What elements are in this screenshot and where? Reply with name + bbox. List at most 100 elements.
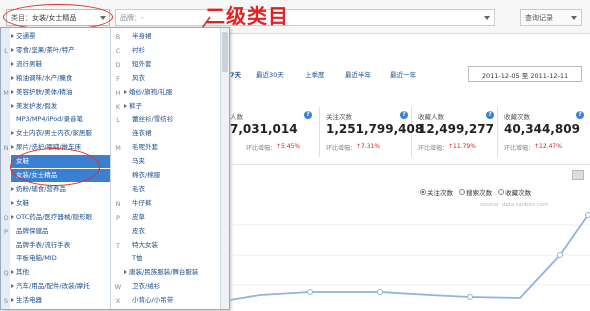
subcategory-item[interactable]: 特大女装 bbox=[124, 239, 219, 252]
category-item[interactable]: 生活电器 bbox=[11, 294, 110, 307]
trend-line bbox=[230, 215, 588, 300]
stat-title: 人数 bbox=[230, 111, 243, 121]
subcategory-item[interactable]: 牛仔裤 bbox=[124, 197, 219, 210]
brand-placeholder: 品牌：- bbox=[120, 14, 144, 22]
letter-index: X bbox=[114, 297, 122, 305]
data-point[interactable] bbox=[378, 290, 383, 295]
category-item-label: 平板电脑/MID bbox=[16, 254, 57, 262]
category-item[interactable]: 美容护肤/美体/精油 bbox=[11, 86, 110, 99]
subcategory-item[interactable]: 马夹 bbox=[124, 155, 219, 168]
letter-index: S bbox=[2, 297, 10, 305]
category-item-label: 品牌手表/流行手表 bbox=[16, 241, 70, 249]
subcategory-item-label: 特大女装 bbox=[132, 241, 158, 249]
subcategory-item-label: 毛衣 bbox=[132, 185, 145, 193]
subcategory-item-label: 连衣裙 bbox=[132, 129, 152, 137]
stat-value: 12,499,277 bbox=[418, 122, 494, 136]
stat-value: 7,031,014 bbox=[230, 122, 298, 136]
expand-arrow-icon bbox=[124, 90, 127, 94]
subcategory-item[interactable]: T恤 bbox=[124, 252, 219, 265]
tab-last-quarter[interactable]: 上季度 bbox=[305, 69, 325, 79]
category-item[interactable]: 零食/坚果/茶叶/特产 bbox=[11, 44, 110, 57]
category-item-label: 美发护发/假发 bbox=[16, 102, 57, 110]
subcategory-item[interactable]: 风衣 bbox=[124, 72, 219, 85]
expand-arrow-icon bbox=[11, 131, 14, 135]
subcategory-item[interactable]: 毛衣 bbox=[124, 183, 219, 196]
category-item[interactable]: 品牌手表/流行手表 bbox=[11, 239, 110, 252]
stat-card: 收藏人数 ? 12,499,277 环比增幅： ↑11.79% bbox=[412, 107, 498, 157]
query-history-button[interactable]: 查询记录 bbox=[520, 9, 582, 26]
subcategory-item-label: 唐装/民族服装/舞台服装 bbox=[129, 268, 198, 276]
subcategory-item[interactable]: 卫衣/绒衫 bbox=[124, 280, 219, 293]
change-label: 环比增幅： bbox=[246, 143, 276, 152]
stat-title: 收藏次数 bbox=[504, 111, 530, 121]
subcategory-item-label: 裤子 bbox=[129, 102, 142, 110]
query-history-label: 查询记录 bbox=[525, 14, 553, 22]
category-item[interactable]: 交通票 bbox=[11, 30, 110, 43]
category-item[interactable]: 平板电脑/MID bbox=[11, 252, 110, 265]
stat-title: 关注次数 bbox=[326, 111, 352, 121]
subcategory-item-label: 蕾丝衫/雪纺衫 bbox=[132, 115, 173, 123]
date-range-picker[interactable]: 2011-12-05 至 2011-12-11 bbox=[468, 66, 582, 82]
help-icon[interactable]: ? bbox=[486, 111, 494, 119]
tab-half-year[interactable]: 最近半年 bbox=[345, 69, 371, 79]
help-icon[interactable]: ? bbox=[304, 111, 312, 119]
subcategory-item[interactable]: 小背心/小吊带 bbox=[124, 294, 219, 307]
stat-card: 关注次数 ? 1,251,799,408 环比增幅： ↑7.31% bbox=[320, 107, 412, 157]
letter-index: B bbox=[114, 33, 122, 41]
subcategory-item[interactable]: 毛呢外套 bbox=[124, 141, 219, 154]
category-item[interactable]: 品牌保健品 bbox=[11, 225, 110, 238]
letter-index: L bbox=[114, 116, 122, 124]
subcategory-item-label: 婚纱/旗袍/礼服 bbox=[129, 88, 172, 96]
subcategory-item[interactable]: 蕾丝衫/雪纺衫 bbox=[124, 113, 219, 126]
letter-index: L bbox=[2, 47, 10, 55]
change-value: ↑7.31% bbox=[356, 143, 380, 150]
letter-index-column bbox=[1, 28, 10, 309]
stats-cards: 人数 ? 7,031,014 环比增幅： ↑5.45% 关注次数 ? 1,251… bbox=[230, 107, 590, 157]
category-item-label: 美容护肤/美体/精油 bbox=[16, 88, 72, 96]
category-item[interactable]: 美发护发/假发 bbox=[11, 100, 110, 113]
subcategory-item-label: 皮衣 bbox=[132, 227, 145, 235]
subcategory-item[interactable]: 皮衣 bbox=[124, 225, 219, 238]
category-item[interactable]: 流行男鞋 bbox=[11, 58, 110, 71]
category-item[interactable]: 女士内衣/男士内衣/家居服 bbox=[11, 127, 110, 140]
data-point[interactable] bbox=[586, 213, 590, 218]
data-point[interactable] bbox=[308, 290, 313, 295]
stat-title: 收藏人数 bbox=[418, 111, 444, 121]
data-point[interactable] bbox=[468, 295, 473, 300]
category-item[interactable]: MP3/MP4/iPod/录音笔 bbox=[11, 113, 110, 126]
scroll-thumb[interactable] bbox=[222, 32, 228, 72]
category-item[interactable]: 其他 bbox=[11, 266, 110, 279]
tab-30days[interactable]: 最近30天 bbox=[256, 69, 284, 79]
scrollbar[interactable] bbox=[220, 28, 229, 309]
subcategory-item[interactable]: 裤子 bbox=[124, 100, 219, 113]
category-item[interactable]: 粮油调味/水产/腌食 bbox=[11, 72, 110, 85]
subcategory-item[interactable]: 半身裙 bbox=[124, 30, 219, 43]
subcategory-item-label: 卫衣/绒衫 bbox=[132, 282, 160, 290]
subcategory-item[interactable]: 衬衫 bbox=[124, 44, 219, 57]
help-icon[interactable]: ? bbox=[576, 111, 584, 119]
subcategory-item[interactable]: 婚纱/旗袍/礼服 bbox=[124, 86, 219, 99]
tab-one-year[interactable]: 最近一年 bbox=[390, 69, 416, 79]
letter-index: N bbox=[114, 200, 122, 208]
change-value: ↑12.47% bbox=[534, 143, 562, 150]
letter-index: P bbox=[114, 214, 122, 222]
data-point[interactable] bbox=[558, 253, 563, 258]
subcategory-item[interactable]: 连衣裙 bbox=[124, 127, 219, 140]
stat-value: 40,344,809 bbox=[504, 122, 580, 136]
expand-arrow-icon bbox=[11, 215, 14, 219]
tab-7days[interactable]: 7天 bbox=[230, 69, 241, 79]
category-item[interactable]: 汽车/用品/配件/改装/摩托 bbox=[11, 280, 110, 293]
expand-arrow-icon bbox=[11, 187, 14, 191]
category-item[interactable]: OTC药品/医疗器械/隐形眼 bbox=[11, 211, 110, 224]
subcategory-item[interactable]: 短外套 bbox=[124, 58, 219, 71]
help-icon[interactable]: ? bbox=[400, 111, 408, 119]
subcategory-item[interactable]: 皮草 bbox=[124, 211, 219, 224]
letter-index: K bbox=[114, 103, 122, 111]
expand-arrow-icon bbox=[11, 104, 14, 108]
letter-index: C bbox=[114, 47, 122, 55]
subcategory-item-label: T恤 bbox=[132, 254, 142, 262]
subcategory-item[interactable]: 唐装/民族服装/舞台服装 bbox=[124, 266, 219, 279]
category-item[interactable]: 女鞋 bbox=[11, 197, 110, 210]
expand-arrow-icon bbox=[11, 62, 14, 66]
subcategory-item[interactable]: 棉衣/棉服 bbox=[124, 169, 219, 182]
